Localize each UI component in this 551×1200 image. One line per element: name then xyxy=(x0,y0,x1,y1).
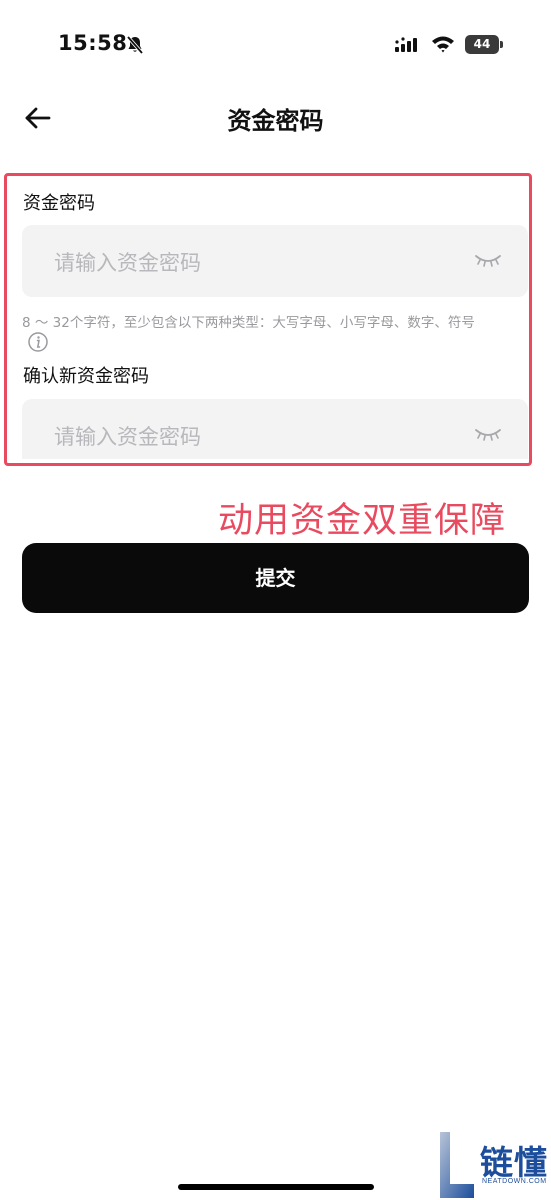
confirm-placeholder: 请输入资金密码 xyxy=(54,425,201,449)
status-bar: 15:58 44 xyxy=(0,0,551,90)
submit-button[interactable]: 提交 xyxy=(22,543,529,613)
battery-tip xyxy=(500,41,503,48)
password-hint: 8 ～ 32个字符，至少包含以下两种类型：大写字母、小写字母、数字、符号 xyxy=(22,315,475,331)
wifi-icon xyxy=(432,36,454,53)
confirm-label: 确认新资金密码 xyxy=(23,366,149,387)
bell-slash-icon xyxy=(126,35,144,55)
status-time: 15:58 xyxy=(58,31,128,55)
signal-icon xyxy=(395,37,417,52)
home-indicator[interactable] xyxy=(178,1184,374,1190)
password-input[interactable]: 请输入资金密码 xyxy=(22,225,528,297)
header: 资金密码 xyxy=(0,90,551,146)
confirm-input[interactable]: 请输入资金密码 xyxy=(22,399,528,459)
eye-closed-icon[interactable] xyxy=(473,252,503,268)
watermark-subtext: NEATDOWN.COM xyxy=(482,1178,547,1185)
annotation-text: 动用资金双重保障 xyxy=(218,501,507,541)
battery-icon: 44 xyxy=(465,35,503,54)
battery-level: 44 xyxy=(473,37,491,51)
watermark: 链懂 NEATDOWN.COM xyxy=(438,1130,551,1200)
watermark-logo-icon xyxy=(440,1132,474,1198)
watermark-text: 链懂 xyxy=(480,1143,548,1182)
info-icon[interactable] xyxy=(27,331,49,353)
password-label: 资金密码 xyxy=(23,193,95,214)
password-placeholder: 请输入资金密码 xyxy=(54,251,201,275)
page-title: 资金密码 xyxy=(227,107,324,135)
eye-closed-icon[interactable] xyxy=(473,426,503,442)
